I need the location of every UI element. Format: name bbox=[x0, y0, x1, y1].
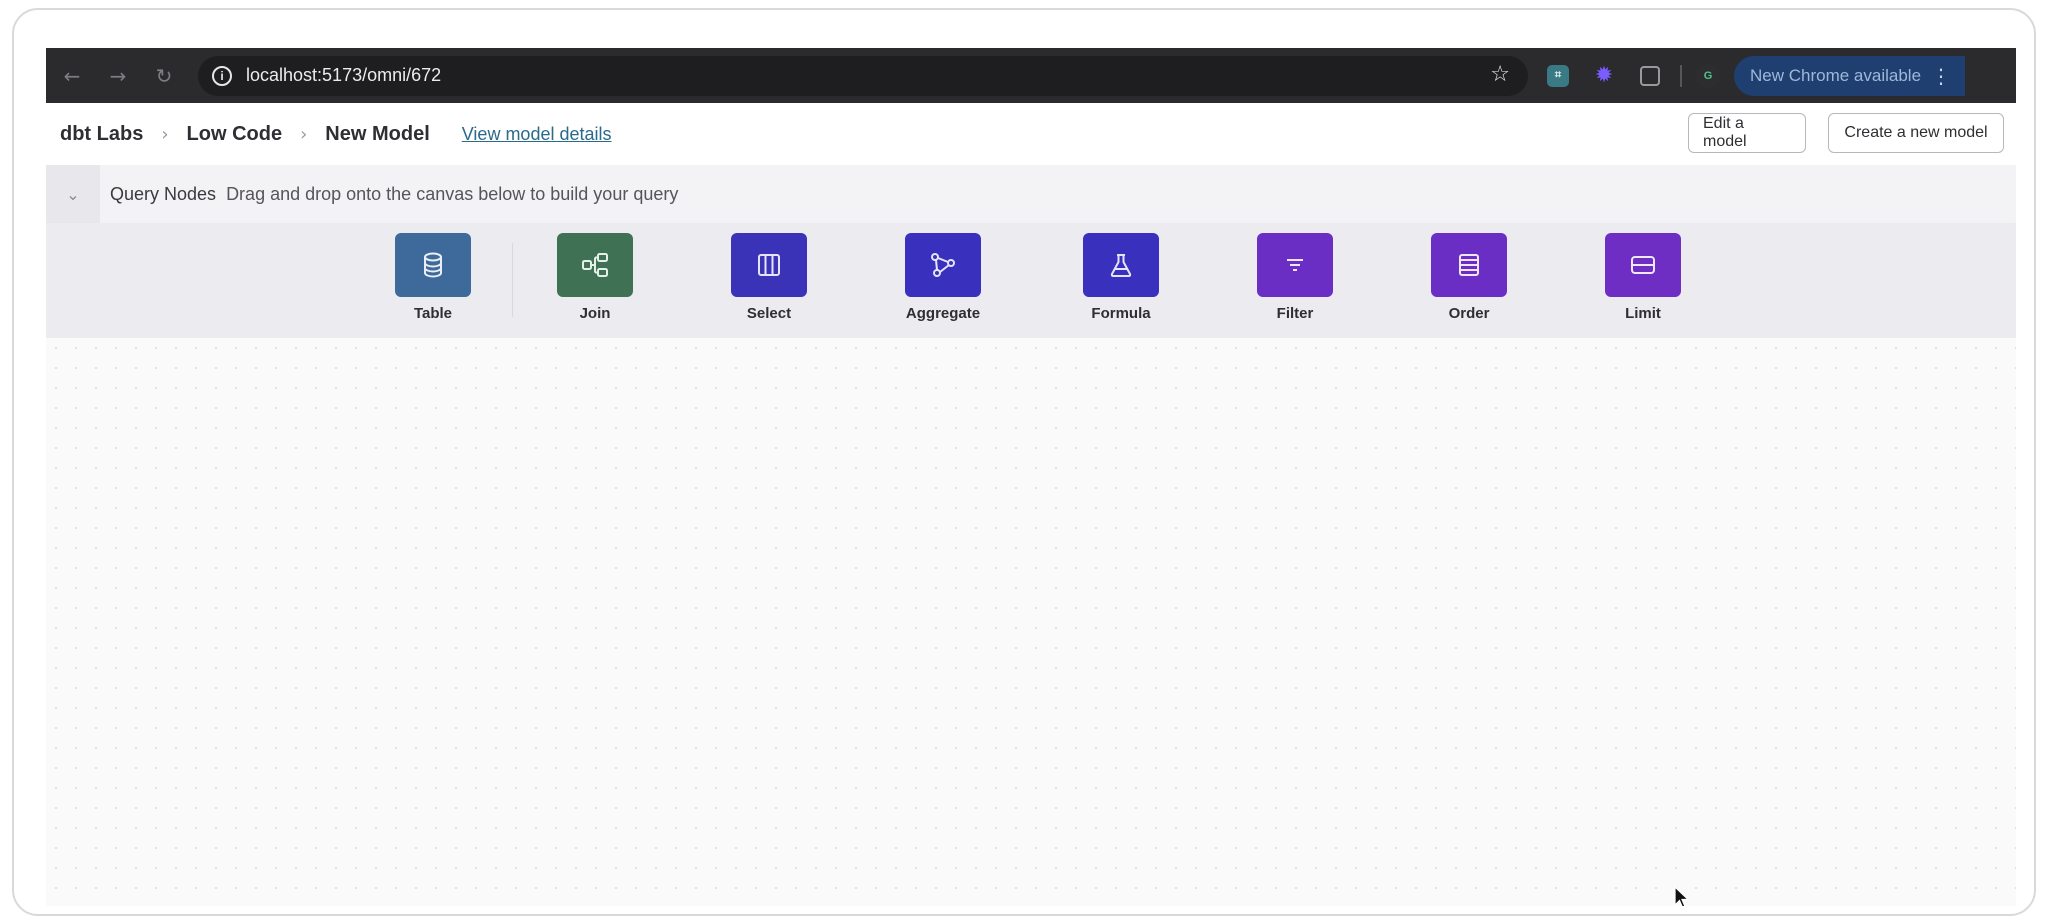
flask-icon bbox=[1083, 233, 1159, 297]
reload-icon[interactable]: ↻ bbox=[144, 56, 184, 96]
app-header: dbt Labs › Low Code › New Model View mod… bbox=[46, 103, 2016, 165]
edit-model-button[interactable]: Edit a model bbox=[1688, 113, 1806, 153]
kebab-menu-icon[interactable]: ⋮ bbox=[1931, 64, 1951, 88]
node-table[interactable]: Table bbox=[383, 233, 483, 322]
limit-icon bbox=[1605, 233, 1681, 297]
chrome-update-label: New Chrome available bbox=[1750, 65, 1922, 85]
breadcrumb-separator-icon: › bbox=[161, 123, 169, 145]
view-model-details-link[interactable]: View model details bbox=[462, 124, 612, 145]
collapse-chevron-icon[interactable]: ⌄ bbox=[46, 165, 100, 223]
node-limit[interactable]: Limit bbox=[1593, 233, 1693, 322]
palette-divider bbox=[512, 243, 513, 317]
toolbar-divider bbox=[1680, 64, 1682, 87]
gear-extension-icon: ✹ bbox=[1594, 63, 1614, 88]
breadcrumb-item-low-code[interactable]: Low Code bbox=[187, 123, 283, 146]
breadcrumb-item-dbt-labs[interactable]: dbt Labs bbox=[60, 123, 143, 146]
node-label: Limit bbox=[1625, 305, 1661, 322]
node-select[interactable]: Select bbox=[719, 233, 819, 322]
node-formula[interactable]: Formula bbox=[1071, 233, 1171, 322]
query-nodes-subtitle: Drag and drop onto the canvas below to b… bbox=[226, 183, 679, 204]
node-label: Select bbox=[746, 305, 792, 322]
query-canvas[interactable] bbox=[46, 338, 2016, 906]
list-icon bbox=[1431, 233, 1507, 297]
node-aggregate[interactable]: Aggregate bbox=[893, 233, 993, 322]
breadcrumb: dbt Labs › Low Code › New Model View mod… bbox=[60, 123, 612, 146]
browser-window: ← → ↻ i localhost:5173/omni/672 ☆ ⌗ ✹ G … bbox=[46, 48, 2016, 906]
filter-icon bbox=[1257, 233, 1333, 297]
branch-icon bbox=[905, 233, 981, 297]
chrome-update-button[interactable]: New Chrome available ⋮ bbox=[1734, 55, 1966, 96]
node-label: Order bbox=[1448, 305, 1490, 322]
columns-icon bbox=[731, 233, 807, 297]
forward-icon[interactable]: → bbox=[98, 56, 138, 96]
node-palette: Table Join Select Aggregate Formula Filt… bbox=[46, 223, 2016, 338]
query-nodes-title: Query Nodes bbox=[110, 183, 217, 204]
node-label: Filter bbox=[1276, 305, 1314, 322]
bookmark-star-icon[interactable]: ☆ bbox=[1490, 62, 1510, 87]
node-join[interactable]: Join bbox=[545, 233, 645, 322]
node-label: Formula bbox=[1091, 305, 1151, 322]
extension-icon: ⌗ bbox=[1547, 64, 1569, 87]
back-icon[interactable]: ← bbox=[52, 56, 92, 96]
breadcrumb-item-new-model: New Model bbox=[325, 122, 430, 145]
node-filter[interactable]: Filter bbox=[1245, 233, 1345, 322]
puzzle-icon bbox=[1640, 65, 1660, 86]
site-info-icon[interactable]: i bbox=[212, 65, 232, 86]
breadcrumb-separator-icon: › bbox=[300, 123, 308, 145]
join-icon bbox=[557, 233, 633, 297]
query-nodes-header: ⌄ Query Nodes Drag and drop onto the can… bbox=[46, 165, 2016, 223]
mouse-cursor-icon bbox=[1674, 886, 1690, 906]
create-new-model-button[interactable]: Create a new model bbox=[1828, 113, 2004, 153]
profile-avatar[interactable]: G bbox=[1696, 63, 1720, 88]
node-label: Join bbox=[579, 305, 611, 322]
extension-button[interactable]: ⌗ bbox=[1542, 60, 1574, 92]
extensions-puzzle-button[interactable] bbox=[1634, 60, 1666, 92]
address-bar[interactable]: i localhost:5173/omni/672 ☆ bbox=[198, 55, 1528, 96]
node-label: Table bbox=[413, 305, 453, 322]
node-label: Aggregate bbox=[905, 305, 981, 322]
browser-toolbar: ← → ↻ i localhost:5173/omni/672 ☆ ⌗ ✹ G … bbox=[46, 48, 2016, 103]
node-order[interactable]: Order bbox=[1419, 233, 1519, 322]
extension-button[interactable]: ✹ bbox=[1588, 60, 1620, 92]
screenshot-frame: ← → ↻ i localhost:5173/omni/672 ☆ ⌗ ✹ G … bbox=[12, 8, 2036, 916]
url-text[interactable]: localhost:5173/omni/672 bbox=[246, 65, 441, 86]
database-icon bbox=[395, 233, 471, 297]
